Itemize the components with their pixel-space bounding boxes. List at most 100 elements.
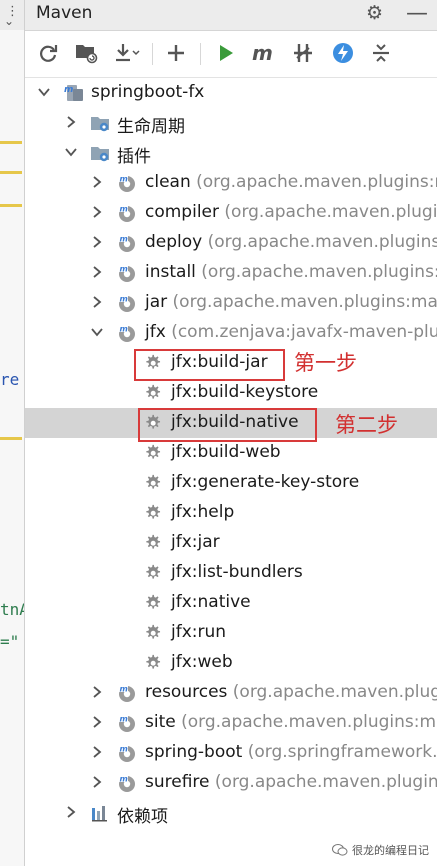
chevron-right-icon[interactable] bbox=[91, 295, 103, 309]
maven-toolbar: m bbox=[25, 31, 437, 78]
gear-icon bbox=[146, 504, 161, 519]
annotation-step2: 第二步 bbox=[335, 413, 398, 437]
tree-node-plugin-compiler[interactable]: compiler (org.apache.maven.plugins:maven… bbox=[25, 198, 437, 228]
plugin-label: site (org.apache.maven.plugins:maven-sit… bbox=[145, 712, 437, 732]
add-folder-icon[interactable] bbox=[74, 40, 100, 66]
chevron-down-icon[interactable] bbox=[91, 325, 103, 339]
change-marker bbox=[0, 204, 22, 207]
goal-item[interactable]: jfx:generate-key-store bbox=[25, 468, 437, 498]
download-icon[interactable] bbox=[114, 40, 140, 66]
chevron-right-icon[interactable] bbox=[91, 205, 103, 219]
goal-label: jfx:build-keystore bbox=[171, 382, 319, 402]
tree-node-plugin-spring-boot[interactable]: spring-boot (org.springframework.boot:sp… bbox=[25, 738, 437, 768]
watermark-text: 很龙的编程日记 bbox=[352, 844, 429, 857]
tree-node-label: springboot-fx bbox=[91, 82, 205, 102]
chevron-down-icon[interactable]: ⌄ bbox=[4, 14, 14, 28]
goal-label: jfx:web bbox=[171, 652, 233, 672]
chevron-right-icon[interactable] bbox=[91, 745, 103, 759]
tree-node-plugin-jfx[interactable]: jfx (com.zenjava:javafx-maven-plugin) bbox=[25, 318, 437, 348]
change-marker bbox=[0, 437, 22, 440]
goal-item[interactable]: jfx:list-bundlers bbox=[25, 558, 437, 588]
tree-node-dependencies[interactable]: 依赖项 bbox=[25, 798, 437, 828]
annotation-step1: 第一步 bbox=[294, 351, 357, 375]
code-fragment: tnA bbox=[0, 600, 24, 619]
tree-node-plugin-deploy[interactable]: deploy (org.apache.maven.plugins:maven-d… bbox=[25, 228, 437, 258]
tree-node-project[interactable]: springboot-fx bbox=[25, 78, 437, 108]
toolbar-separator bbox=[200, 43, 201, 65]
tree-node-plugin-jar[interactable]: jar (org.apache.maven.plugins:maven-jar-… bbox=[25, 288, 437, 318]
plugin-label: compiler (org.apache.maven.plugins:maven… bbox=[145, 202, 437, 222]
watermark: 很龙的编程日记 bbox=[332, 842, 429, 858]
tree-node-label: 插件 bbox=[117, 147, 151, 167]
code-fragment: re bbox=[0, 370, 20, 389]
minimize-icon[interactable]: — bbox=[406, 1, 428, 26]
tree-node-plugin-surefire[interactable]: surefire (org.apache.maven.plugins:maven… bbox=[25, 768, 437, 798]
maven-project-icon bbox=[64, 85, 83, 101]
gear-icon bbox=[146, 534, 161, 549]
chevron-right-icon[interactable] bbox=[91, 175, 103, 189]
plugin-label: install (org.apache.maven.plugins:maven-… bbox=[145, 262, 437, 282]
highlight-box-step2 bbox=[138, 408, 317, 442]
maven-tree: springboot-fx 生命周期 插件 clean (org.apache.… bbox=[25, 77, 437, 866]
m-icon[interactable]: m bbox=[251, 40, 277, 66]
plugin-label: clean (org.apache.maven.plugins:maven-cl… bbox=[145, 172, 437, 192]
chevron-right-icon[interactable] bbox=[91, 685, 103, 699]
goal-label: jfx:native bbox=[171, 592, 251, 612]
goal-item[interactable]: jfx:run bbox=[25, 618, 437, 648]
gear-icon bbox=[146, 444, 161, 459]
collapse-all-icon[interactable] bbox=[368, 40, 394, 66]
plugin-icon bbox=[119, 294, 135, 312]
goal-label: jfx:jar bbox=[171, 532, 220, 552]
tree-node-plugin-resources[interactable]: resources (org.apache.maven.plugins:mave… bbox=[25, 678, 437, 708]
chevron-right-icon[interactable] bbox=[65, 805, 77, 819]
lightning-icon[interactable] bbox=[330, 40, 356, 66]
tree-node-label: 依赖项 bbox=[117, 807, 168, 827]
plugin-icon bbox=[119, 684, 135, 702]
plugin-label: jfx (com.zenjava:javafx-maven-plugin) bbox=[145, 322, 437, 342]
plugins-folder-icon bbox=[91, 147, 109, 162]
panel-title: Maven bbox=[36, 3, 93, 23]
tree-node-label: 生命周期 bbox=[117, 117, 185, 137]
goal-item[interactable]: jfx:jar bbox=[25, 528, 437, 558]
goal-item[interactable]: jfx:build-keystore bbox=[25, 378, 437, 408]
settings-icon[interactable]: ⚙ bbox=[366, 2, 383, 24]
tree-node-lifecycle[interactable]: 生命周期 bbox=[25, 108, 437, 138]
tree-node-plugin-clean[interactable]: clean (org.apache.maven.plugins:maven-cl… bbox=[25, 168, 437, 198]
chevron-right-icon[interactable] bbox=[91, 265, 103, 279]
goal-label: jfx:run bbox=[171, 622, 227, 642]
chevron-down-icon[interactable] bbox=[65, 145, 77, 159]
tree-node-plugin-site[interactable]: site (org.apache.maven.plugins:maven-sit… bbox=[25, 708, 437, 738]
goal-label: jfx:help bbox=[171, 502, 235, 522]
lifecycle-folder-icon bbox=[91, 117, 109, 132]
chevron-down-icon[interactable] bbox=[38, 85, 50, 99]
plugin-label: resources (org.apache.maven.plugins:mave… bbox=[145, 682, 437, 702]
chevron-right-icon[interactable] bbox=[91, 775, 103, 789]
skip-tests-icon[interactable] bbox=[290, 40, 316, 66]
chevron-right-icon[interactable] bbox=[65, 115, 77, 129]
plugin-icon bbox=[119, 714, 135, 732]
gear-icon bbox=[146, 624, 161, 639]
run-icon[interactable] bbox=[213, 40, 239, 66]
goal-item[interactable]: jfx:build-web bbox=[25, 438, 437, 468]
goal-item[interactable]: jfx:native bbox=[25, 588, 437, 618]
goal-item[interactable]: jfx:help bbox=[25, 498, 437, 528]
change-marker bbox=[0, 141, 22, 144]
gear-icon bbox=[146, 474, 161, 489]
maven-panel: Maven ⚙ — m springboot-fx 生命周期 插件 clean … bbox=[25, 0, 437, 866]
gear-icon bbox=[146, 564, 161, 579]
plugin-icon bbox=[119, 774, 135, 792]
plugin-label: surefire (org.apache.maven.plugins:maven… bbox=[145, 772, 437, 792]
reload-icon[interactable] bbox=[35, 40, 61, 66]
change-marker bbox=[0, 171, 22, 174]
tree-node-plugin-install[interactable]: install (org.apache.maven.plugins:maven-… bbox=[25, 258, 437, 288]
chevron-right-icon[interactable] bbox=[91, 235, 103, 249]
goal-item[interactable]: jfx:web bbox=[25, 648, 437, 678]
plus-icon[interactable] bbox=[163, 40, 189, 66]
gear-icon bbox=[146, 594, 161, 609]
gear-icon bbox=[146, 654, 161, 669]
editor-gutter: ⋮ ⌄ re tnA =" bbox=[0, 0, 25, 866]
dependencies-icon bbox=[92, 806, 107, 822]
tree-node-plugins[interactable]: 插件 bbox=[25, 138, 437, 168]
wechat-icon bbox=[332, 844, 348, 856]
chevron-right-icon[interactable] bbox=[91, 715, 103, 729]
